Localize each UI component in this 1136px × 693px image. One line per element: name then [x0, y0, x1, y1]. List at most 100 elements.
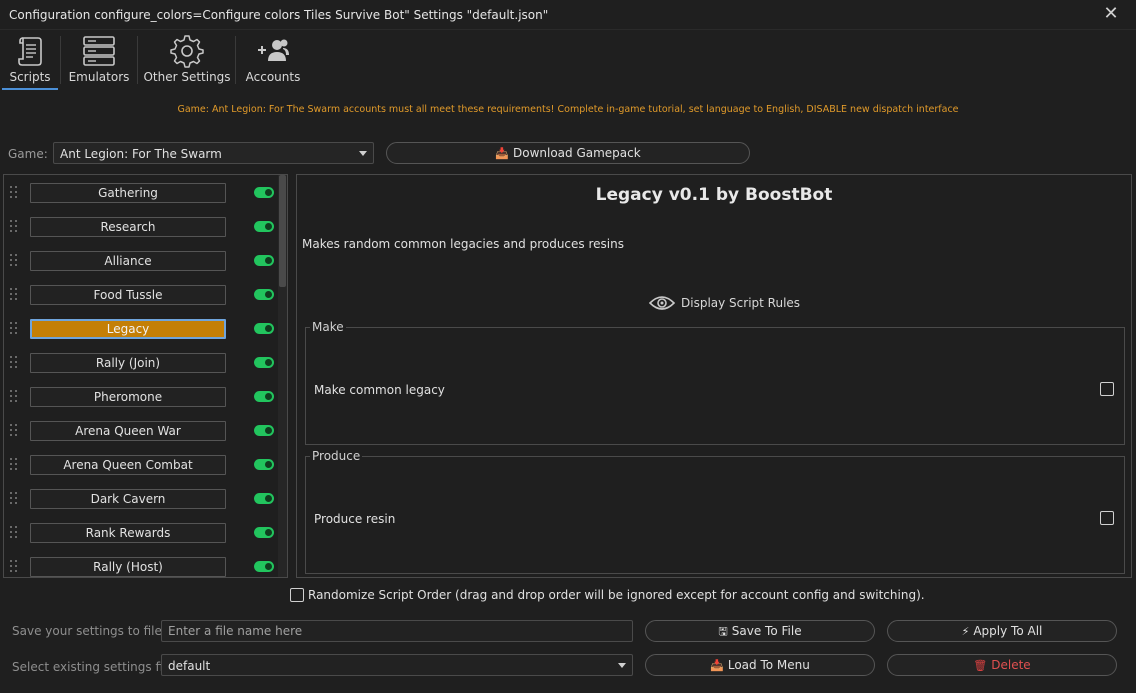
script-toggle[interactable]	[254, 391, 274, 402]
script-button[interactable]: Legacy	[30, 319, 226, 339]
window-title: Configuration configure_colors=Configure…	[9, 8, 549, 22]
script-button[interactable]: Research	[30, 217, 226, 237]
script-button[interactable]: Arena Queen War	[30, 421, 226, 441]
make-common-legacy-label: Make common legacy	[314, 383, 445, 397]
drag-handle-icon[interactable]	[10, 458, 20, 472]
drag-handle-icon[interactable]	[10, 322, 20, 336]
script-toggle[interactable]	[254, 221, 274, 232]
script-row[interactable]: Arena Queen War	[4, 419, 276, 443]
load-to-menu-label: Load To Menu	[727, 658, 810, 672]
server-icon	[83, 36, 115, 66]
script-button[interactable]: Alliance	[30, 251, 226, 271]
produce-resin-label: Produce resin	[314, 512, 396, 526]
settings-file-value: default	[168, 659, 211, 673]
tab-scripts[interactable]: Scripts	[2, 30, 58, 90]
game-label: Game:	[8, 147, 48, 161]
file-name-input[interactable]	[162, 621, 632, 641]
drag-handle-icon[interactable]	[10, 288, 20, 302]
script-row[interactable]: Rally (Join)	[4, 351, 276, 375]
script-button[interactable]: Rank Rewards	[30, 523, 226, 543]
script-toggle[interactable]	[254, 357, 274, 368]
trash-icon: 🗑	[973, 659, 988, 672]
chevron-down-icon	[359, 151, 367, 156]
script-button[interactable]: Arena Queen Combat	[30, 455, 226, 475]
save-icon: 🖫	[718, 625, 728, 638]
drag-handle-icon[interactable]	[10, 492, 20, 506]
game-select-value: Ant Legion: For The Swarm	[60, 147, 222, 161]
delete-label: Delete	[991, 658, 1031, 672]
script-row[interactable]: Arena Queen Combat	[4, 453, 276, 477]
script-toggle[interactable]	[254, 425, 274, 436]
tab-accounts[interactable]: Accounts	[243, 30, 303, 90]
eye-icon	[649, 296, 675, 310]
script-button[interactable]: Rally (Host)	[30, 557, 226, 577]
main-toolbar: Scripts Emulators Other Settings Account…	[0, 30, 1136, 90]
scroll-icon	[18, 37, 42, 66]
title-bar: Configuration configure_colors=Configure…	[0, 0, 1136, 30]
drag-handle-icon[interactable]	[10, 186, 20, 200]
script-toggle[interactable]	[254, 459, 274, 470]
group-produce-title: Produce	[310, 449, 363, 463]
script-row[interactable]: Rank Rewards	[4, 521, 276, 545]
game-select[interactable]: Ant Legion: For The Swarm	[53, 142, 374, 164]
display-script-rules-label: Display Script Rules	[681, 296, 801, 310]
script-row[interactable]: Food Tussle	[4, 283, 276, 307]
load-to-menu-button[interactable]: 📥 Load To Menu	[645, 654, 875, 676]
select-settings-label: Select existing settings file	[12, 660, 174, 674]
script-toggle[interactable]	[254, 493, 274, 504]
download-gamepack-label: Download Gamepack	[512, 146, 641, 160]
script-button[interactable]: Food Tussle	[30, 285, 226, 305]
download-gamepack-button[interactable]: 📥 Download Gamepack	[386, 142, 750, 164]
script-row[interactable]: Legacy	[4, 317, 276, 341]
apply-to-all-button[interactable]: ⚡ Apply To All	[887, 620, 1117, 642]
save-to-file-label: Save To File	[731, 624, 802, 638]
script-toggle[interactable]	[254, 561, 274, 572]
script-row[interactable]: Alliance	[4, 249, 276, 273]
apply-to-all-label: Apply To All	[973, 624, 1043, 638]
save-to-file-button[interactable]: 🖫 Save To File	[645, 620, 875, 642]
drag-handle-icon[interactable]	[10, 220, 20, 234]
scripts-scrollbar[interactable]	[278, 175, 287, 577]
script-button[interactable]: Pheromone	[30, 387, 226, 407]
script-button[interactable]: Rally (Join)	[30, 353, 226, 373]
delete-button[interactable]: 🗑 Delete	[887, 654, 1117, 676]
script-toggle[interactable]	[254, 323, 274, 334]
script-toggle[interactable]	[254, 527, 274, 538]
script-row[interactable]: Dark Cavern	[4, 487, 276, 511]
script-detail-panel: Legacy v0.1 by BoostBot Makes random com…	[296, 174, 1132, 578]
script-toggle[interactable]	[254, 289, 274, 300]
script-row[interactable]: Research	[4, 215, 276, 239]
drag-handle-icon[interactable]	[10, 424, 20, 438]
download-icon: 📥	[495, 147, 509, 160]
toolbar-divider	[60, 36, 61, 84]
script-button[interactable]: Dark Cavern	[30, 489, 226, 509]
settings-file-select[interactable]: default	[161, 654, 633, 676]
inbox-icon: 📥	[710, 659, 724, 672]
scrollbar-thumb[interactable]	[279, 175, 286, 287]
drag-handle-icon[interactable]	[10, 254, 20, 268]
script-button[interactable]: Gathering	[30, 183, 226, 203]
script-row[interactable]: Pheromone	[4, 385, 276, 409]
group-make: Make Make common legacy	[305, 320, 1125, 445]
tab-other-settings[interactable]: Other Settings	[143, 30, 231, 90]
drag-handle-icon[interactable]	[10, 390, 20, 404]
script-toggle[interactable]	[254, 187, 274, 198]
lightning-icon: ⚡	[961, 625, 970, 638]
drag-handle-icon[interactable]	[10, 356, 20, 370]
drag-handle-icon[interactable]	[10, 560, 20, 574]
produce-resin-checkbox[interactable]	[1100, 511, 1114, 525]
make-common-legacy-checkbox[interactable]	[1100, 382, 1114, 396]
toolbar-divider	[235, 36, 236, 84]
script-row[interactable]: Rally (Host)	[4, 555, 276, 577]
randomize-checkbox[interactable]	[290, 588, 304, 602]
close-icon[interactable]: ✕	[1102, 5, 1120, 23]
user-add-icon	[258, 39, 289, 61]
tab-emulators[interactable]: Emulators	[66, 30, 132, 90]
drag-handle-icon[interactable]	[10, 526, 20, 540]
group-produce: Produce Produce resin	[305, 449, 1125, 574]
file-name-field[interactable]	[161, 620, 633, 642]
script-toggle[interactable]	[254, 255, 274, 266]
script-row[interactable]: Gathering	[4, 181, 276, 205]
game-requirements-warning: Game: Ant Legion: For The Swarm accounts…	[177, 104, 959, 115]
tab-emulators-label: Emulators	[68, 70, 130, 84]
